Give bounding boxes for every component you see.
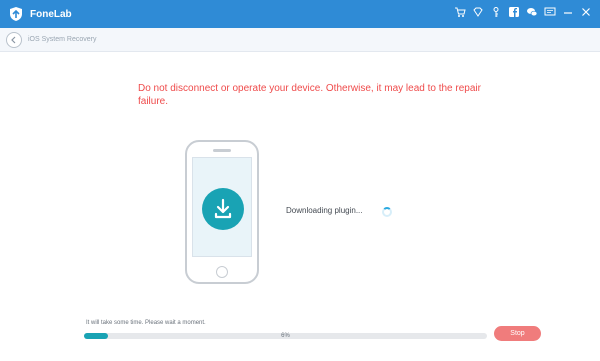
app-title: FoneLab	[30, 8, 72, 20]
progress-bar: 6%	[84, 333, 487, 339]
feedback-icon[interactable]	[544, 6, 556, 18]
diamond-icon[interactable]	[472, 6, 484, 18]
loading-spinner-icon	[382, 207, 392, 217]
progress-label: 6%	[281, 333, 290, 339]
arrow-left-icon	[11, 36, 16, 43]
back-button[interactable]	[6, 31, 22, 48]
wait-message: It will take some time. Please wait a mo…	[86, 320, 206, 326]
nav-bar: iOS System Recovery	[0, 28, 600, 52]
chat-icon[interactable]	[526, 6, 538, 18]
close-icon[interactable]	[580, 6, 592, 18]
facebook-icon[interactable]	[508, 6, 520, 18]
title-bar: FoneLab	[0, 0, 600, 28]
key-icon[interactable]	[490, 6, 502, 18]
phone-illustration	[185, 140, 259, 284]
title-bar-actions	[454, 6, 592, 18]
minimize-icon[interactable]	[562, 6, 574, 18]
status-text: Downloading plugin...	[286, 206, 363, 215]
download-icon	[202, 188, 244, 230]
warning-message: Do not disconnect or operate your device…	[138, 83, 481, 107]
phone-home-button	[216, 266, 228, 278]
phone-screen	[192, 157, 252, 257]
stop-button[interactable]: Stop	[494, 326, 541, 341]
cart-icon[interactable]	[454, 6, 466, 18]
phone-speaker	[213, 149, 231, 152]
fonelab-logo-icon	[10, 7, 22, 21]
breadcrumb: iOS System Recovery	[28, 36, 97, 43]
